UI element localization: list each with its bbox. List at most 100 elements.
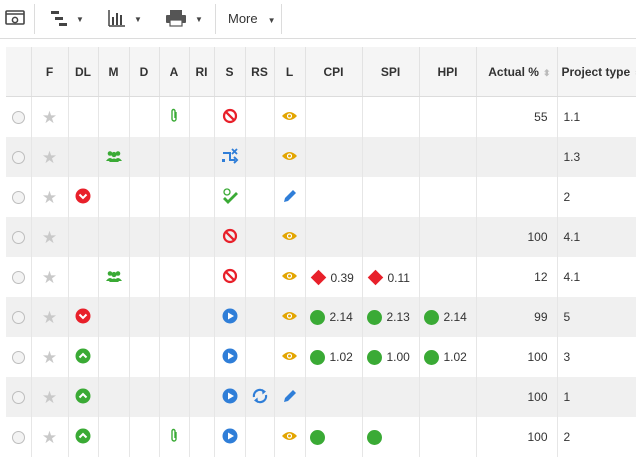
- hierarchy-icon: [50, 9, 68, 30]
- col-hpi[interactable]: HPI: [419, 47, 477, 97]
- table-row[interactable]: ★ 100 2: [6, 417, 636, 457]
- table-row[interactable]: ★ 100 1: [6, 377, 636, 417]
- prohibited-icon[interactable]: [222, 228, 238, 247]
- col-cpi[interactable]: CPI: [305, 47, 363, 97]
- empty-cell: [129, 417, 160, 457]
- prohibited-icon[interactable]: [222, 268, 238, 287]
- cpi-value: 0.39: [330, 270, 354, 285]
- eye-icon[interactable]: [281, 430, 298, 445]
- group-icon[interactable]: [105, 270, 123, 285]
- star-icon[interactable]: ★: [42, 268, 57, 287]
- play-icon[interactable]: [222, 308, 238, 327]
- check-clock-icon[interactable]: [221, 187, 239, 207]
- print-button[interactable]: ▼: [165, 0, 203, 38]
- row-radio-button[interactable]: [11, 231, 25, 245]
- col-a[interactable]: A: [159, 47, 190, 97]
- actual-percent-cell: 100: [476, 417, 558, 457]
- star-icon[interactable]: ★: [42, 188, 57, 207]
- hpi-cell: [419, 377, 477, 417]
- empty-cell: [129, 257, 160, 297]
- row-radio-button[interactable]: [11, 191, 25, 205]
- row-radio-button[interactable]: [11, 271, 25, 285]
- star-icon[interactable]: ★: [42, 148, 57, 167]
- star-icon[interactable]: ★: [42, 348, 57, 367]
- star-icon[interactable]: ★: [42, 228, 57, 247]
- col-m[interactable]: M: [98, 47, 130, 97]
- paperclip-icon[interactable]: [169, 108, 179, 127]
- play-icon[interactable]: [222, 348, 238, 367]
- empty-cell: [159, 337, 190, 377]
- chevron-down-icon[interactable]: [75, 308, 91, 327]
- group-icon[interactable]: [105, 150, 123, 165]
- hierarchy-button[interactable]: ▼: [50, 0, 84, 38]
- play-icon[interactable]: [222, 428, 238, 447]
- eye-icon[interactable]: [281, 150, 298, 165]
- chevron-up-icon[interactable]: [75, 428, 91, 447]
- col-rs[interactable]: RS: [245, 47, 275, 97]
- preview-button[interactable]: [5, 0, 25, 38]
- table-row[interactable]: ★ 1.02 1.00 1.02 100 3: [6, 337, 636, 377]
- table-row[interactable]: ★ 2: [6, 177, 636, 217]
- chevron-down-icon[interactable]: [75, 188, 91, 207]
- chart-button[interactable]: ▼: [108, 0, 142, 38]
- cpi-cell: [305, 96, 363, 137]
- cpi-cell: [305, 177, 363, 217]
- row-radio-button[interactable]: [11, 391, 25, 405]
- col-s[interactable]: S: [214, 47, 246, 97]
- col-favorite[interactable]: F: [31, 47, 69, 97]
- play-icon[interactable]: [222, 388, 238, 407]
- spi-cell: [362, 417, 420, 457]
- empty-cell: [189, 417, 215, 457]
- prohibited-cell: [214, 96, 246, 137]
- refresh-icon[interactable]: [251, 388, 269, 407]
- row-radio-button[interactable]: [11, 351, 25, 365]
- row-radio-button[interactable]: [11, 311, 25, 325]
- col-actual-percent[interactable]: Actual % ⬍: [476, 47, 558, 97]
- sort-icon[interactable]: ⬍: [543, 68, 551, 78]
- table-row[interactable]: ★ 100 4.1: [6, 217, 636, 257]
- hpi-cell: 2.14: [419, 297, 477, 337]
- print-dropdown-icon[interactable]: ▼: [195, 15, 203, 24]
- chart-dropdown-icon[interactable]: ▼: [134, 15, 142, 24]
- cpi-cell: [305, 137, 363, 177]
- eye-icon[interactable]: [281, 310, 298, 325]
- shuffle-icon[interactable]: [221, 147, 239, 167]
- star-icon[interactable]: ★: [42, 308, 57, 327]
- prohibited-cell: [214, 217, 246, 257]
- star-icon[interactable]: ★: [42, 428, 57, 447]
- row-radio-button[interactable]: [11, 111, 25, 125]
- col-d[interactable]: D: [129, 47, 160, 97]
- favorite-cell: ★: [31, 417, 69, 457]
- eye-icon[interactable]: [281, 270, 298, 285]
- row-radio-button[interactable]: [11, 151, 25, 165]
- paperclip-icon[interactable]: [169, 428, 179, 447]
- table-row[interactable]: ★ 55 1.1: [6, 96, 636, 137]
- chevron-up-icon[interactable]: [75, 388, 91, 407]
- col-l[interactable]: L: [274, 47, 306, 97]
- row-radio-button[interactable]: [11, 431, 25, 445]
- prohibited-icon[interactable]: [222, 108, 238, 127]
- more-label: More: [228, 11, 258, 26]
- star-icon[interactable]: ★: [42, 108, 57, 127]
- table-row[interactable]: ★ 0.39 0.11 12 4.1: [6, 257, 636, 297]
- empty-cell: [189, 217, 215, 257]
- col-project-type[interactable]: Project type⬍: [557, 47, 636, 97]
- star-icon[interactable]: ★: [42, 388, 57, 407]
- pencil-icon[interactable]: [282, 388, 298, 407]
- hierarchy-dropdown-icon[interactable]: ▼: [76, 15, 84, 24]
- col-ri[interactable]: RI: [189, 47, 215, 97]
- pencil-icon[interactable]: [282, 188, 298, 207]
- table-row[interactable]: ★ 2.14 2.13 2.14 99 5: [6, 297, 636, 337]
- eye-icon[interactable]: [281, 230, 298, 245]
- project-type-cell: 1: [557, 377, 636, 417]
- col-spi[interactable]: SPI: [362, 47, 420, 97]
- eye-icon[interactable]: [281, 110, 298, 125]
- table-row[interactable]: ★ 1.3: [6, 137, 636, 177]
- eye-icon[interactable]: [281, 350, 298, 365]
- empty-cell: [245, 297, 275, 337]
- chevron-up-icon[interactable]: [75, 348, 91, 367]
- col-dl[interactable]: DL: [68, 47, 99, 97]
- red-diamond-indicator: [367, 269, 383, 286]
- more-menu-button[interactable]: More ▼: [228, 0, 276, 38]
- spi-cell: 1.00: [362, 337, 420, 377]
